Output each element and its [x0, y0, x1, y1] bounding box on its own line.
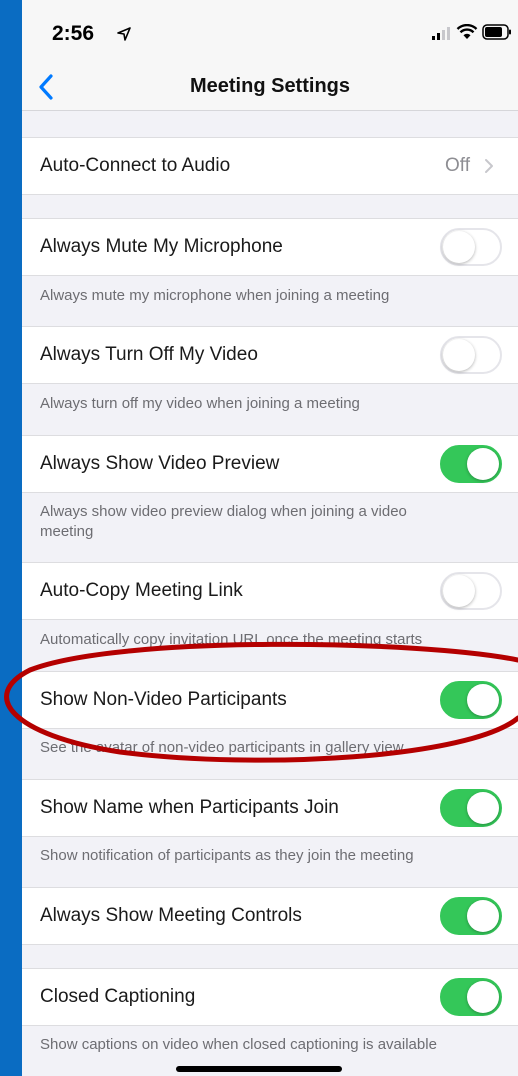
video-preview-label: Always Show Video Preview	[40, 453, 280, 474]
auto-connect-audio-value: Off	[445, 155, 470, 176]
always-video-off-toggle[interactable]	[440, 336, 502, 374]
annotation-ellipse	[4, 641, 518, 763]
wifi-icon	[456, 24, 478, 39]
auto-copy-link-toggle[interactable]	[440, 572, 502, 610]
always-mute-mic-row: Always Mute My Microphone	[22, 218, 518, 276]
video-preview-description: Always show video preview dialog when jo…	[40, 503, 407, 540]
show-name-join-row: Show Name when Participants Join	[22, 779, 518, 837]
battery-icon	[482, 24, 511, 40]
always-mute-mic-toggle[interactable]	[440, 228, 502, 266]
meeting-controls-row: Always Show Meeting Controls	[22, 887, 518, 945]
toggle-knob	[467, 792, 499, 824]
toggle-knob	[467, 448, 499, 480]
toggle-knob	[467, 900, 499, 932]
video-preview-row: Always Show Video Preview	[22, 435, 518, 493]
toggle-knob	[443, 339, 475, 371]
meeting-controls-toggle[interactable]	[440, 897, 502, 935]
location-arrow-icon	[117, 27, 131, 41]
video-preview-toggle[interactable]	[440, 445, 502, 483]
status-time: 2:56	[52, 22, 95, 45]
auto-connect-audio-row[interactable]: Auto-Connect to Audio Off	[22, 137, 518, 195]
toggle-knob	[443, 231, 475, 263]
always-video-off-row: Always Turn Off My Video	[22, 326, 518, 384]
status-bar: 2:56	[22, 0, 518, 64]
auto-copy-link-row: Auto-Copy Meeting Link	[22, 562, 518, 620]
toggle-knob	[443, 575, 475, 607]
navigation-bar: Meeting Settings	[22, 64, 518, 111]
phone-screen: 2:56 Meeting Settings Auto-Connect to Au…	[22, 0, 518, 1076]
auto-connect-audio-label: Auto-Connect to Audio	[40, 155, 231, 176]
show-name-join-description: Show notification of participants as the…	[40, 847, 414, 864]
always-mute-mic-description: Always mute my microphone when joining a…	[40, 287, 390, 304]
auto-copy-link-label: Auto-Copy Meeting Link	[40, 580, 243, 601]
always-video-off-label: Always Turn Off My Video	[40, 344, 258, 365]
home-indicator	[176, 1066, 342, 1072]
toggle-knob	[467, 981, 499, 1013]
always-video-off-description: Always turn off my video when joining a …	[40, 395, 360, 412]
show-name-join-toggle[interactable]	[440, 789, 502, 827]
meeting-controls-label: Always Show Meeting Controls	[40, 905, 302, 926]
closed-captioning-toggle[interactable]	[440, 978, 502, 1016]
closed-captioning-row: Closed Captioning	[22, 968, 518, 1026]
closed-captioning-label: Closed Captioning	[40, 986, 196, 1007]
page-title: Meeting Settings	[189, 75, 350, 97]
closed-captioning-description: Show captions on video when closed capti…	[40, 1036, 437, 1053]
chevron-right-icon	[485, 159, 493, 173]
show-name-join-label: Show Name when Participants Join	[40, 797, 339, 818]
always-mute-mic-label: Always Mute My Microphone	[40, 236, 283, 257]
cellular-signal-icon	[432, 27, 450, 40]
